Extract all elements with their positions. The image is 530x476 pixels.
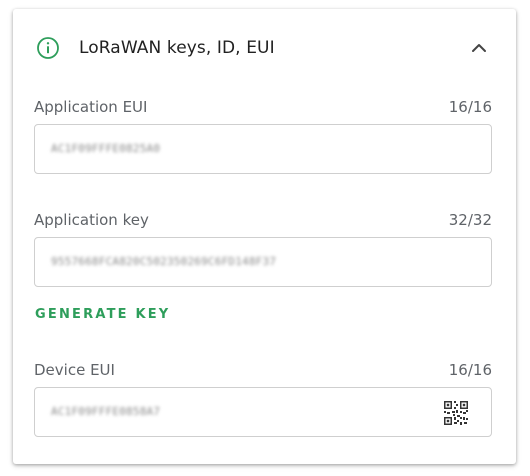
device-eui-input[interactable]: AC1F09FFFE0858A7: [34, 387, 492, 437]
qr-code-icon[interactable]: [443, 400, 469, 426]
generate-key-button[interactable]: GENERATE KEY: [35, 307, 170, 323]
application-eui-input[interactable]: AC1F09FFFE0825A0: [34, 124, 492, 174]
application-eui-count: 16/16: [448, 98, 492, 116]
chevron-up-icon[interactable]: [467, 36, 491, 60]
info-icon: [37, 37, 59, 59]
application-eui-label: Application EUI: [34, 98, 148, 116]
application-key-count: 32/32: [448, 211, 492, 229]
lorawan-keys-panel: LoRaWAN keys, ID, EUI Application EUI 16…: [13, 9, 516, 464]
application-eui-value: AC1F09FFFE0825A0: [51, 142, 161, 155]
application-key-input[interactable]: 9557668FCA820C502350269C6FD148F37: [34, 237, 492, 287]
panel-title: LoRaWAN keys, ID, EUI: [79, 38, 275, 58]
application-key-label: Application key: [34, 211, 149, 229]
application-key-value: 9557668FCA820C502350269C6FD148F37: [51, 255, 277, 268]
device-eui-count: 16/16: [448, 361, 492, 379]
device-eui-value: AC1F09FFFE0858A7: [51, 405, 161, 418]
device-eui-label: Device EUI: [34, 361, 115, 379]
panel-header[interactable]: LoRaWAN keys, ID, EUI: [13, 33, 516, 63]
